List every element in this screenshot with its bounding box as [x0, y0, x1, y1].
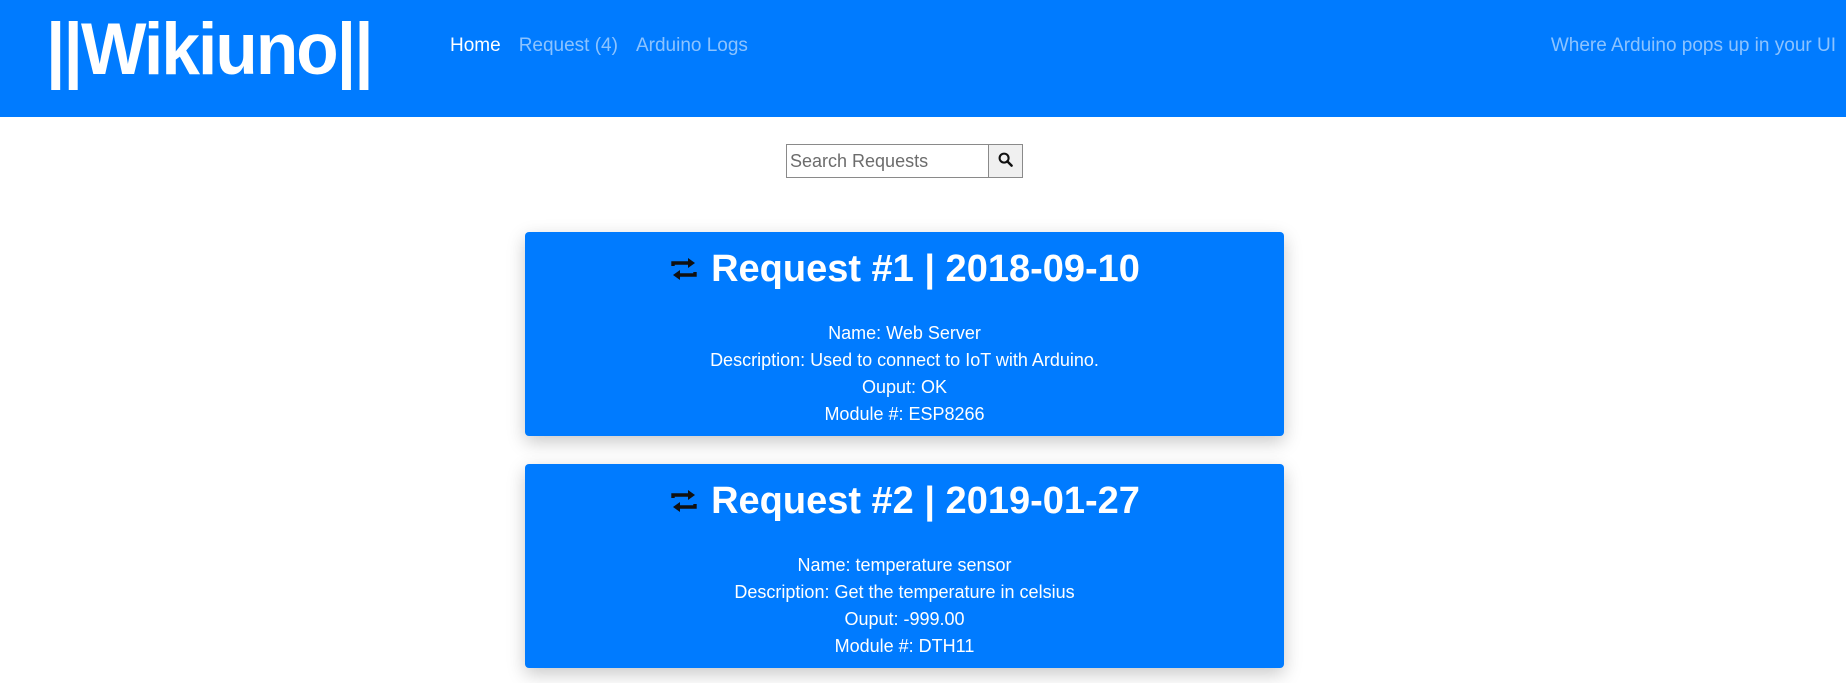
request-card-body: Name: Web Server Description: Used to co… — [525, 320, 1284, 428]
request-card: Request #2 | 2019-01-27 Name: temperatur… — [525, 464, 1284, 668]
navbar: ||Wikiuno|| Home Request (4) Arduino Log… — [0, 0, 1846, 117]
request-name: Name: temperature sensor — [797, 555, 1012, 575]
nav-item-requests[interactable]: Request (4) — [519, 33, 618, 59]
search-input[interactable] — [786, 144, 989, 178]
request-title-text: Request #2 | 2019-01-27 — [711, 480, 1140, 522]
request-card: Request #1 | 2018-09-10 Name: Web Server… — [525, 232, 1284, 436]
search-bar — [786, 144, 1023, 178]
search-button[interactable] — [989, 144, 1023, 178]
request-description: Description: Used to connect to IoT with… — [710, 350, 1099, 370]
nav-links: Home Request (4) Arduino Logs — [450, 33, 748, 59]
request-output: Ouput: OK — [861, 377, 948, 397]
search-icon — [998, 152, 1013, 170]
exchange-icon — [669, 488, 699, 514]
nav-item-arduino-logs[interactable]: Arduino Logs — [636, 33, 748, 59]
request-card-title: Request #1 | 2018-09-10 — [525, 244, 1284, 294]
request-name: Name: Web Server — [828, 323, 981, 343]
request-module: Module #: ESP8266 — [824, 404, 985, 424]
request-description: Description: Get the temperature in cels… — [734, 582, 1075, 602]
brand-logo[interactable]: ||Wikiuno|| — [46, 12, 374, 88]
exchange-icon — [669, 256, 699, 282]
request-module: Module #: DTH11 — [834, 636, 975, 656]
request-title-text: Request #1 | 2018-09-10 — [711, 248, 1140, 290]
request-card-title: Request #2 | 2019-01-27 — [525, 476, 1284, 526]
request-card-body: Name: temperature sensor Description: Ge… — [525, 552, 1284, 660]
nav-item-home[interactable]: Home — [450, 33, 501, 59]
request-output: Ouput: -999.00 — [844, 609, 965, 629]
tagline: Where Arduino pops up in your UI — [1550, 35, 1836, 56]
